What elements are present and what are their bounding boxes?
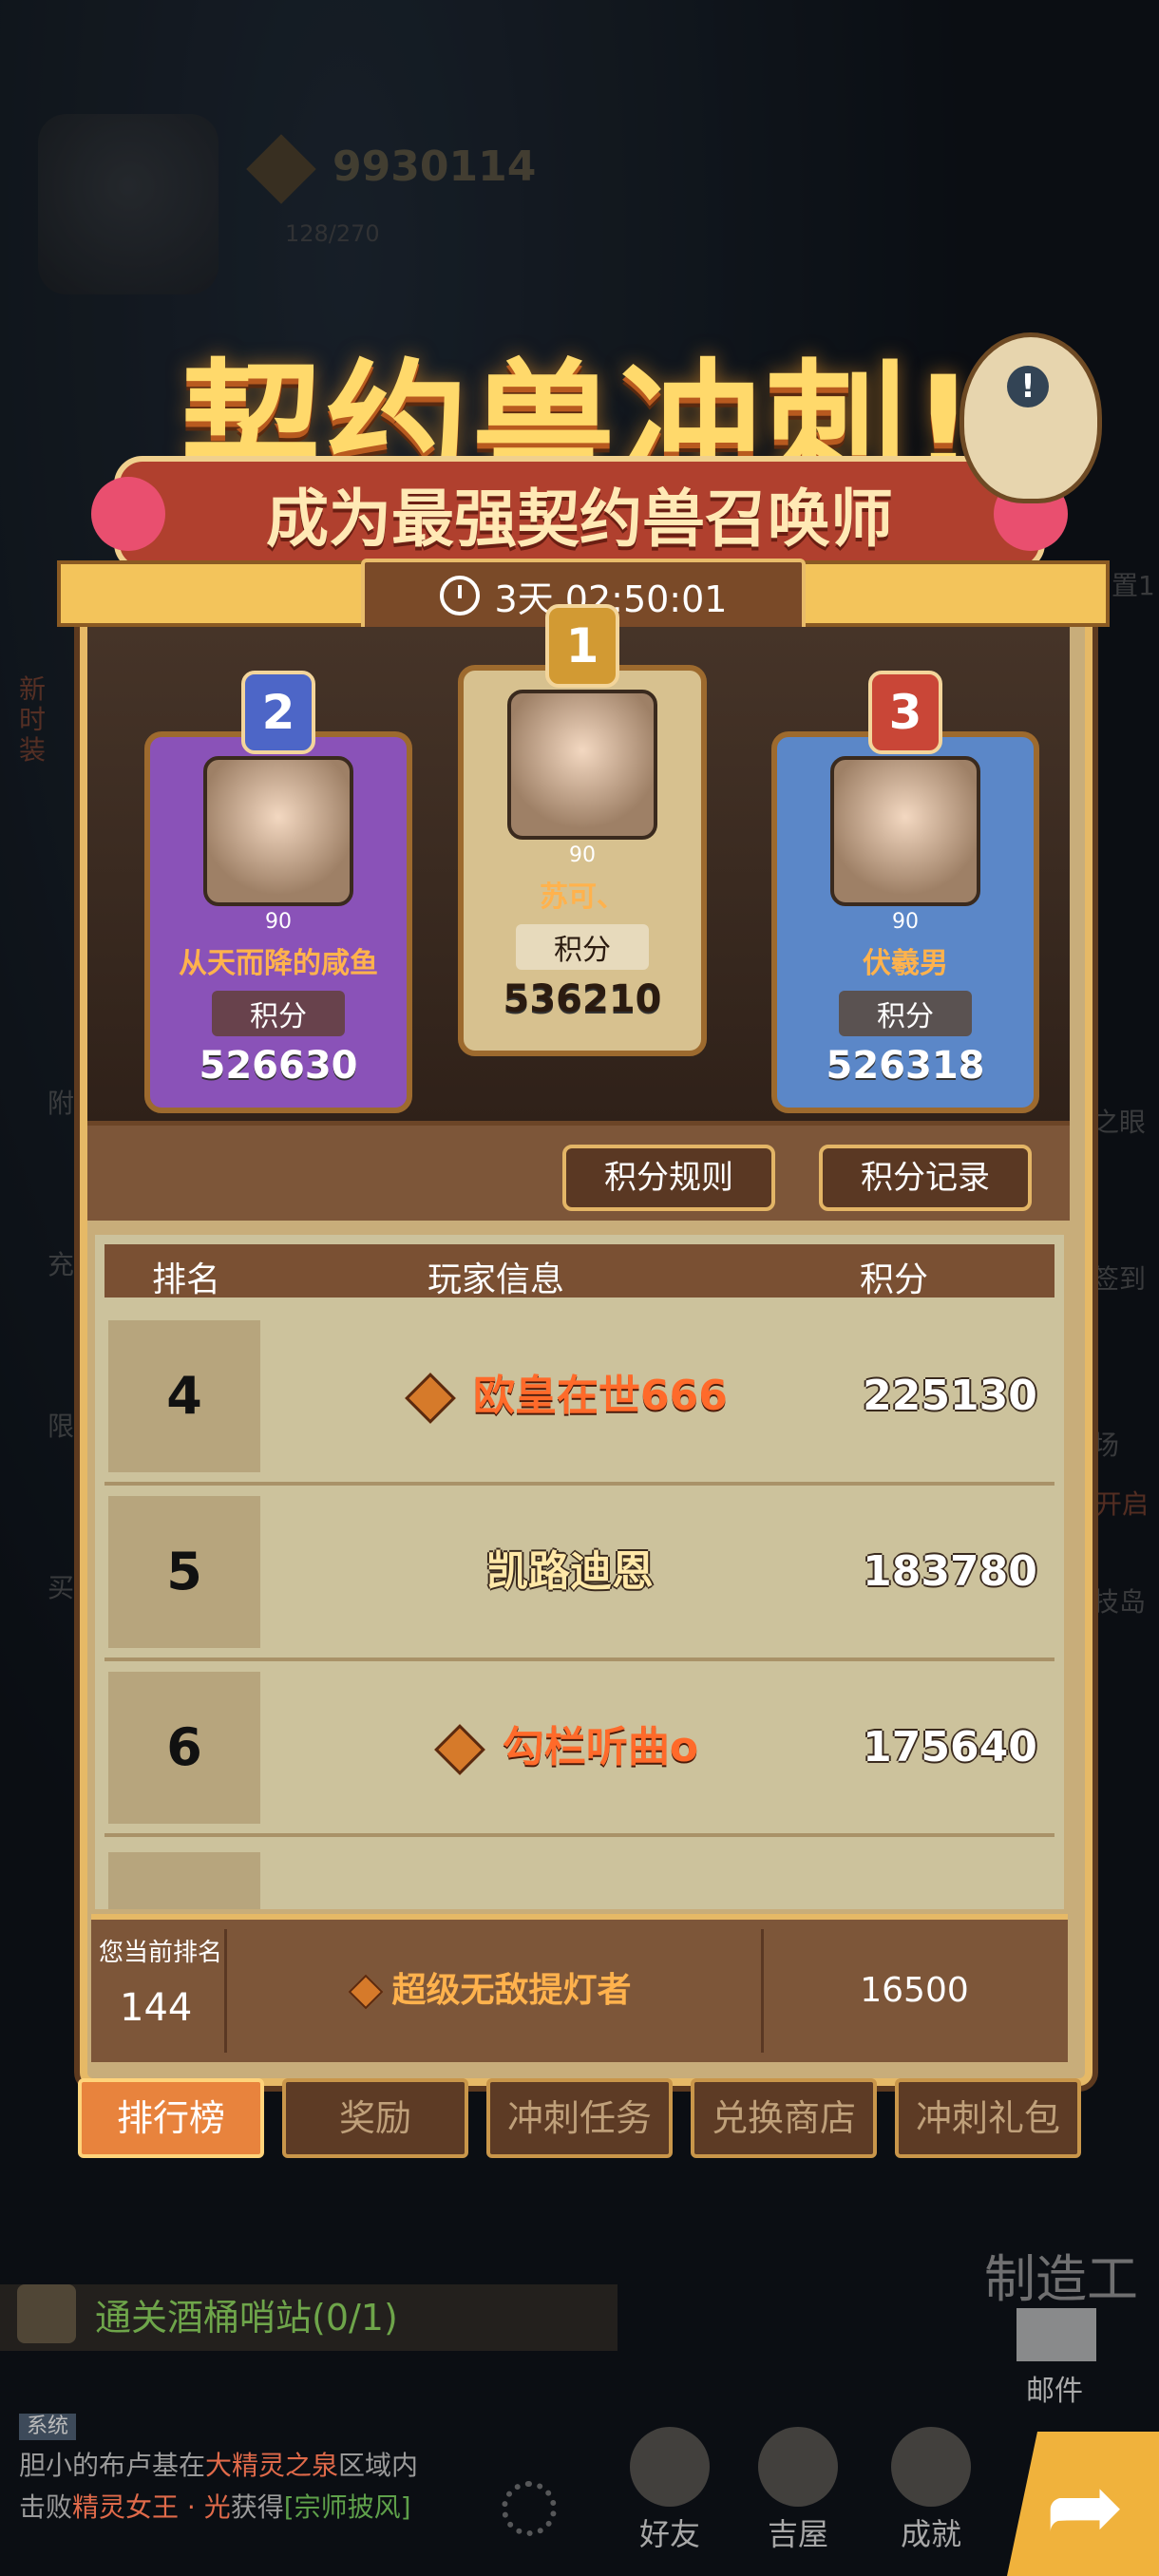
my-rank-value: 144 (120, 1986, 193, 2030)
trophy-icon (891, 2427, 971, 2507)
paw-icon (91, 477, 165, 551)
player-level: 90 (569, 843, 596, 867)
event-tabs: 排行榜 奖励 冲刺任务 兑换商店 冲刺礼包 (78, 2078, 1081, 2158)
vip-star-icon (405, 1373, 456, 1424)
my-player: 超级无敌提灯者 (224, 1920, 761, 2062)
chat-text: 胆小的布卢基在 (19, 2450, 206, 2481)
row-score: 225130 (863, 1372, 1037, 1420)
header-player: 玩家信息 (428, 1260, 565, 1299)
rank-badge: 2 (241, 671, 315, 754)
score-records-button[interactable]: 积分记录 (819, 1145, 1032, 1211)
row-player: 欧皇在世666 (294, 1311, 846, 1482)
my-rank-bar: 您当前排名 144 超级无敌提灯者 16500 (91, 1914, 1068, 2062)
score-label: 积分 (839, 991, 972, 1036)
mail-button[interactable]: 邮件 (1016, 2308, 1096, 2409)
player-name: 伏羲男 (863, 947, 948, 980)
mail-label: 邮件 (1026, 2375, 1083, 2408)
rank-badge: 3 (868, 671, 942, 754)
clock-icon (439, 576, 480, 616)
player-level: 90 (892, 910, 919, 934)
row-player-name: 欧皇在世666 (473, 1372, 728, 1420)
row-score: 175640 (863, 1723, 1037, 1771)
score-rules-button[interactable]: 积分规则 (562, 1145, 775, 1211)
mail-icon (1016, 2308, 1096, 2361)
chat-tag: 系统 (19, 2414, 77, 2440)
event-subtitle-ribbon: 成为最强契约兽召唤师 (91, 456, 1068, 572)
player-portrait (830, 756, 980, 906)
tab-leaderboard[interactable]: 排行榜 (78, 2078, 264, 2158)
player-score: 526630 (199, 1044, 358, 1088)
player-name: 苏可、 (540, 881, 625, 914)
row-rank: 4 (108, 1320, 260, 1472)
table-row[interactable]: 5 凯路迪恩 183780 (104, 1487, 1054, 1661)
tab-rewards[interactable]: 奖励 (282, 2078, 468, 2158)
chat-location: 大精灵之泉 (205, 2450, 339, 2481)
nav-friends-label: 好友 (638, 2516, 700, 2552)
vip-star-icon (349, 1974, 384, 2010)
house-icon (758, 2427, 838, 2507)
score-actions-bar: 积分规则 积分记录 (87, 1126, 1070, 1221)
nav-achievement[interactable]: 成就 (884, 2427, 978, 2554)
row-player: 勾栏听曲o (294, 1662, 846, 1833)
nav-friends[interactable]: 好友 (622, 2427, 717, 2554)
chat-text: 区域内 (338, 2450, 419, 2481)
event-banner: 契约兽冲刺! 成为最强契约兽召唤师 ! (57, 275, 1102, 579)
row-player-name: 凯路迪恩 (486, 1547, 654, 1596)
chat-item: [宗师披风] (283, 2491, 411, 2523)
vip-star-icon (434, 1724, 485, 1775)
craft-label[interactable]: 制造工 (984, 2237, 1138, 2312)
ranking-table[interactable]: 排名 玩家信息 积分 4 欧皇在世666 225130 5 凯路迪恩 18378… (95, 1235, 1064, 1909)
nav-house-label: 吉屋 (767, 2516, 828, 2552)
table-row[interactable]: 6 勾栏听曲o 175640 (104, 1662, 1054, 1837)
player-score: 526318 (826, 1044, 985, 1088)
top-three-podium: 2 90 从天而降的咸鱼 积分 526630 1 90 苏可、 积分 53621… (87, 604, 1070, 1127)
arrow-icon: ➦ (1045, 2451, 1125, 2562)
player-score: 536210 (503, 977, 662, 1021)
chat-text: 击败 (19, 2491, 73, 2523)
row-rank: 5 (108, 1496, 260, 1648)
row-score: 183780 (863, 1547, 1037, 1596)
tab-exchange-shop[interactable]: 兑换商店 (691, 2078, 877, 2158)
nav-achievement-label: 成就 (900, 2516, 961, 2552)
nav-house[interactable]: 吉屋 (750, 2427, 846, 2554)
player-portrait (507, 690, 657, 840)
row-player-name: 勾栏听曲o (502, 1723, 699, 1771)
rank-badge: 1 (545, 604, 619, 688)
quest-tracker[interactable]: 通关酒桶哨站(0/1) (0, 2284, 618, 2351)
chat-boss: 精灵女王 · 光 (72, 2491, 231, 2523)
score-label: 积分 (212, 991, 345, 1036)
table-header: 排名 玩家信息 积分 (104, 1244, 1054, 1299)
gear-icon[interactable] (502, 2481, 557, 2536)
tab-sprint-pack[interactable]: 冲刺礼包 (895, 2078, 1081, 2158)
row-rank: 6 (108, 1672, 260, 1824)
header-rank: 排名 (152, 1260, 221, 1299)
podium-card-rank-1[interactable]: 1 90 苏可、 积分 536210 (458, 604, 707, 1056)
friends-icon (630, 2427, 710, 2507)
table-row-partial (104, 1843, 1054, 1909)
row-player: 凯路迪恩 (294, 1487, 846, 1657)
system-chat[interactable]: 系统 胆小的布卢基在大精灵之泉区域内 击败精灵女王 · 光获得[宗师披风] (19, 2403, 513, 2529)
header-score: 积分 (860, 1260, 929, 1299)
chat-text: 获得 (230, 2491, 284, 2523)
score-label: 积分 (516, 924, 649, 970)
row-rank-partial (108, 1852, 260, 1909)
my-score: 16500 (860, 1971, 969, 2010)
table-row[interactable]: 4 欧皇在世666 225130 (104, 1311, 1054, 1486)
player-name: 从天而降的咸鱼 (179, 947, 378, 980)
event-subtitle: 成为最强契约兽召唤师 (266, 483, 893, 556)
podium-card-rank-3[interactable]: 3 90 伏羲男 积分 526318 (771, 671, 1039, 1113)
egg-mascot-icon: ! (960, 332, 1102, 503)
podium-card-rank-2[interactable]: 2 90 从天而降的咸鱼 积分 526630 (144, 671, 412, 1113)
tab-sprint-tasks[interactable]: 冲刺任务 (486, 2078, 673, 2158)
my-player-name: 超级无敌提灯者 (391, 1971, 632, 2010)
player-portrait (203, 756, 353, 906)
my-rank-label: 您当前排名 (99, 1939, 223, 1967)
player-level: 90 (265, 910, 292, 934)
